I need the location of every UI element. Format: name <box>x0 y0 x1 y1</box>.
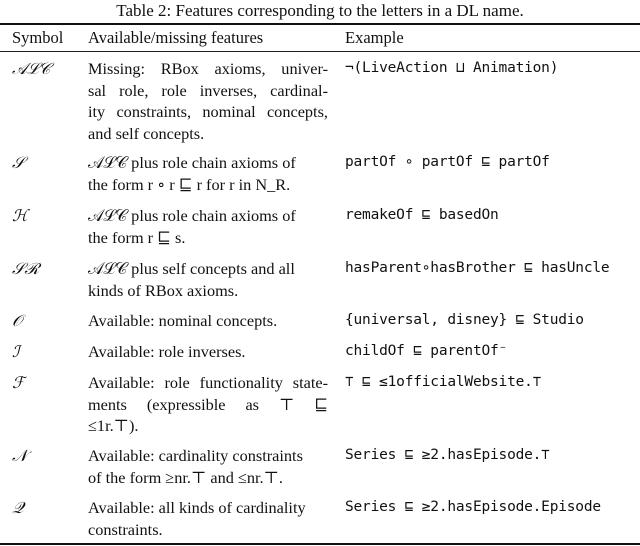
features-line: the form r ⊑ s. <box>88 227 186 247</box>
features-cell: Available: cardinality constraints of th… <box>88 445 328 488</box>
features-line: Available: cardinality constraints <box>88 446 303 465</box>
features-cell: 𝒜ℒ𝒞 plus role chain axioms of the form r… <box>88 152 328 195</box>
features-line: 𝒜ℒ𝒞 plus role chain axioms of <box>88 206 296 225</box>
features-line: Available: role inverses. <box>88 342 246 361</box>
features-cell: Missing: RBox axioms, univer- sal role, … <box>88 58 328 144</box>
example-cell: hasParent∘hasBrother ⊑ hasUncle <box>345 260 610 276</box>
features-cell: Available: role functionality state- men… <box>88 372 328 437</box>
features-line: sal role, role inverses, cardinal- <box>88 80 328 100</box>
features-line: Available: role functionality state- <box>88 373 328 392</box>
symbol-cell: 𝒬 <box>12 498 24 517</box>
symbol-cell: ℱ <box>12 373 25 392</box>
features-line: 𝒜ℒ𝒞 plus role chain axioms of <box>88 153 296 172</box>
features-line: ments (expressible as ⊤ ⊑ <box>88 394 328 414</box>
features-cell: Available: all kinds of cardinality cons… <box>88 497 328 540</box>
features-line: Available: all kinds of cardinality <box>88 498 306 517</box>
features-line: ity constraints, nominal concepts, <box>88 102 328 121</box>
features-line: kinds of RBox axioms. <box>88 280 239 300</box>
features-line: ≤1r.⊤). <box>88 416 139 435</box>
symbol-cell: 𝒪 <box>12 311 23 330</box>
features-line: and self concepts. <box>88 123 205 143</box>
symbol-cell: ℐ <box>12 342 20 361</box>
example-cell: Series ⊑ ≥2.hasEpisode.Episode <box>345 499 601 515</box>
symbol-cell: 𝒩 <box>12 446 28 465</box>
features-line: Missing: RBox axioms, univer- <box>88 59 328 78</box>
features-cell: 𝒜ℒ𝒞 plus role chain axioms of the form r… <box>88 205 328 248</box>
example-cell: remakeOf ⊑ basedOn <box>345 207 499 223</box>
features-cell: 𝒜ℒ𝒞 plus self concepts and all kinds of … <box>88 258 328 301</box>
symbol-cell: 𝒮 <box>12 153 25 172</box>
header-symbol: Symbol <box>12 28 64 47</box>
top-rule <box>0 23 640 25</box>
example-cell: partOf ∘ partOf ⊑ partOf <box>345 154 550 170</box>
header-features: Available/missing features <box>88 28 264 47</box>
example-cell: childOf ⊑ parentOf⁻ <box>345 343 508 359</box>
example-cell: Series ⊑ ≥2.hasEpisode.⊤ <box>345 447 550 463</box>
header-example: Example <box>345 28 404 47</box>
example-cell: ¬(LiveAction ⊔ Animation) <box>345 60 559 76</box>
features-line: constraints. <box>88 519 163 539</box>
table-caption: Table 2: Features corresponding to the l… <box>116 1 524 20</box>
features-line: 𝒜ℒ𝒞 plus self concepts and all <box>88 259 295 278</box>
features-line: the form r ∘ r ⊑ r for r in N_R. <box>88 174 291 194</box>
symbol-cell: ℋ <box>12 206 28 225</box>
header-rule <box>0 51 640 53</box>
features-cell: Available: nominal concepts. <box>88 310 328 332</box>
features-cell: Available: role inverses. <box>88 341 328 363</box>
example-cell: ⊤ ⊑ ≤1officialWebsite.⊤ <box>345 374 542 390</box>
symbol-cell: 𝒜ℒ𝒞 <box>12 59 51 78</box>
symbol-cell: 𝒮ℛ <box>12 259 40 278</box>
features-line: Available: nominal concepts. <box>88 311 278 330</box>
features-line: of the form ≥nr.⊤ and ≤nr.⊤. <box>88 467 283 487</box>
example-cell: {universal, disney} ⊑ Studio <box>345 312 584 328</box>
bottom-rule <box>0 543 640 545</box>
